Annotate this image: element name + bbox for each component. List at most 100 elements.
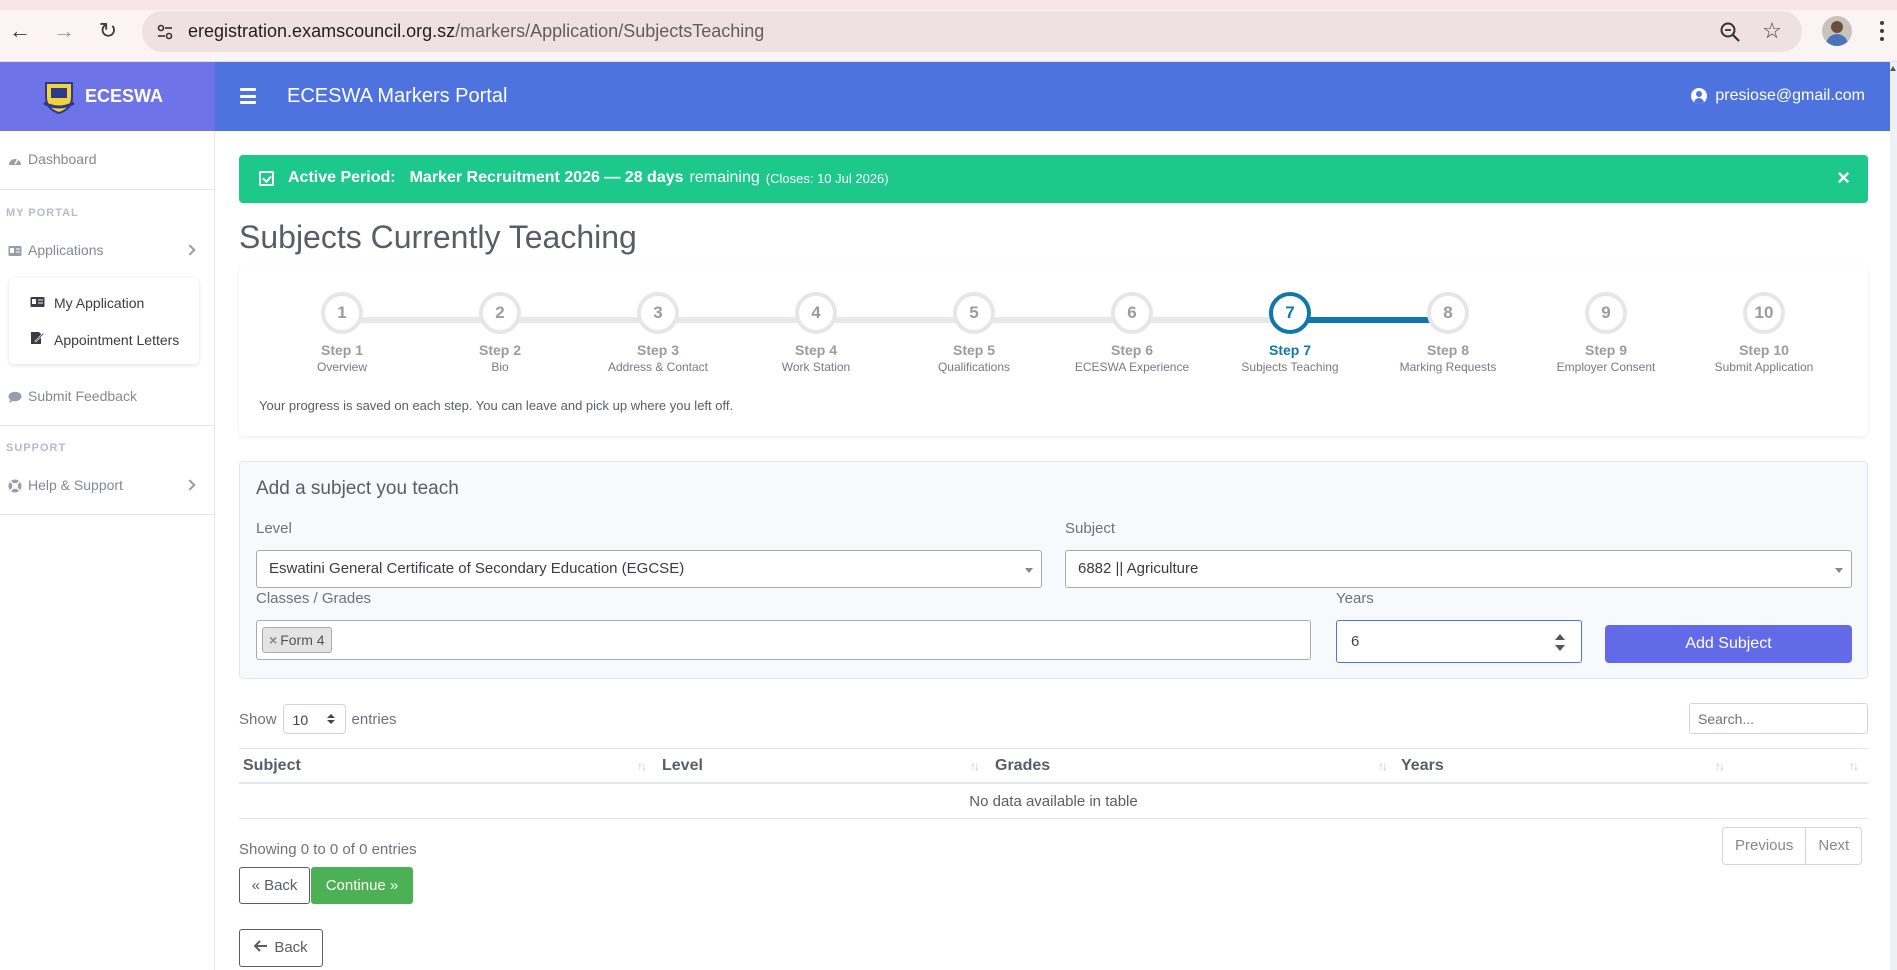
step-5[interactable]: 5 Step 5 Qualifications [914, 292, 1034, 374]
back-button[interactable]: Back [239, 929, 323, 967]
step-2[interactable]: 2 Step 2 Bio [440, 292, 560, 374]
entries-per-page-select[interactable]: 10 [282, 704, 346, 734]
sort-icon[interactable]: ↑↓ [1378, 759, 1388, 773]
step-title: Step 1 [320, 342, 363, 358]
reload-icon[interactable]: ↻ [94, 17, 122, 45]
url-text: eregistration.examscouncil.org.sz/marker… [188, 21, 764, 42]
step-title: Step 10 [1739, 342, 1789, 358]
step-subtitle: Marking Requests [1399, 360, 1497, 374]
alert-period: Marker Recruitment 2026 — 28 days [409, 169, 684, 186]
menu-toggle-icon[interactable] [240, 88, 256, 104]
sidebar-item-help-support[interactable]: Help & Support [8, 477, 123, 493]
step-subtitle: Subjects Teaching [1241, 360, 1339, 374]
level-selected-value: Eswatini General Certificate of Secondar… [269, 560, 685, 577]
step-title: Step 5 [952, 342, 995, 358]
table-search-input[interactable] [1689, 703, 1868, 734]
step-number: 7 [1269, 292, 1311, 334]
level-select[interactable]: Eswatini General Certificate of Secondar… [256, 550, 1042, 588]
url-domain: eregistration.examscouncil.org.sz [188, 21, 456, 41]
alert-close-icon[interactable]: × [1837, 167, 1850, 189]
step-subtitle: Qualifications [937, 360, 1011, 374]
step-number: 9 [1585, 292, 1627, 334]
add-subject-button[interactable]: Add Subject [1605, 625, 1852, 663]
step-title: Step 3 [636, 342, 679, 358]
submenu-item-my-application[interactable]: My Application [30, 295, 144, 311]
step-1[interactable]: 1 Step 1 Overview [282, 292, 402, 374]
step-subtitle: Overview [316, 360, 367, 374]
step-number: 10 [1743, 292, 1785, 334]
sidebar: Dashboard MY PORTAL Applications Submit … [0, 131, 215, 970]
address-bar[interactable]: eregistration.examscouncil.org.sz/marker… [142, 11, 1802, 52]
column-header-subject[interactable]: Subject [243, 757, 301, 775]
submenu-item-appointment-letters[interactable]: Appointment Letters [30, 331, 179, 348]
user-menu[interactable]: presiose@gmail.com [1691, 87, 1865, 105]
chevron-right-icon [184, 479, 196, 491]
column-header-grades[interactable]: Grades [995, 757, 1050, 775]
user-circle-icon [1691, 88, 1708, 104]
back-arrow-icon[interactable]: ← [6, 17, 34, 45]
grades-multiselect[interactable]: × Form 4 [256, 620, 1311, 660]
grades-label: Classes / Grades [256, 590, 372, 607]
page-title: Subjects Currently Teaching [239, 219, 637, 255]
browser-toolbar: ← → ↻ eregistration.examscouncil.org.sz/… [0, 0, 1897, 62]
step-9[interactable]: 9 Step 9 Employer Consent [1546, 292, 1666, 374]
step-7[interactable]: 7 Step 7 Subjects Teaching [1230, 292, 1350, 374]
sidebar-item-submit-feedback[interactable]: Submit Feedback [8, 388, 137, 404]
step-title: Step 2 [478, 342, 521, 358]
step-10[interactable]: 10 Step 10 Submit Application [1704, 292, 1824, 374]
table-length-control: Show 10 entries [239, 704, 397, 734]
sidebar-item-dashboard[interactable]: Dashboard [8, 151, 97, 167]
subject-select[interactable]: 6882 || Agriculture [1065, 550, 1852, 588]
step-number: 1 [321, 292, 363, 334]
back-step-button[interactable]: « Back [239, 867, 310, 904]
column-header-years[interactable]: Years [1401, 757, 1444, 775]
step-4[interactable]: 4 Step 4 Work Station [756, 292, 876, 374]
sort-icon[interactable]: ↑↓ [970, 759, 980, 773]
page-scrollbar[interactable] [1890, 62, 1897, 970]
browser-menu-icon[interactable] [1872, 18, 1892, 44]
sort-icon[interactable]: ↑↓ [637, 759, 647, 773]
step-number: 6 [1111, 292, 1153, 334]
bookmark-star-icon[interactable]: ☆ [1760, 19, 1784, 43]
previous-page-button[interactable]: Previous [1723, 828, 1805, 864]
number-spinner-icon[interactable] [1555, 634, 1565, 652]
forward-arrow-icon[interactable]: → [50, 17, 78, 45]
arrow-left-icon [253, 930, 268, 966]
step-6[interactable]: 6 Step 6 ECESWA Experience [1072, 292, 1192, 374]
portal-title: ECESWA Markers Portal [287, 85, 508, 107]
next-page-button[interactable]: Next [1805, 828, 1861, 864]
continue-button[interactable]: Continue » [311, 867, 413, 904]
tag-remove-icon[interactable]: × [269, 628, 277, 652]
sidebar-item-applications[interactable]: Applications [8, 242, 104, 258]
grade-tag-label: Form 4 [280, 632, 325, 648]
calendar-check-icon [259, 170, 274, 186]
tachometer-icon [8, 153, 22, 165]
step-number: 4 [795, 292, 837, 334]
url-path: /markers/Application/SubjectsTeaching [455, 21, 765, 41]
alert-remaining: remaining [689, 169, 760, 186]
years-value: 6 [1351, 633, 1360, 650]
dropdown-caret-icon [1835, 568, 1843, 573]
life-ring-icon [8, 479, 22, 493]
add-subject-form: Add a subject you teach Level Eswatini G… [239, 461, 1868, 679]
step-subtitle: Bio [491, 360, 509, 374]
sort-icon[interactable]: ↑↓ [1849, 759, 1859, 773]
sidebar-item-label: Submit Feedback [28, 388, 137, 404]
step-3[interactable]: 3 Step 3 Address & Contact [598, 292, 718, 374]
comment-icon [8, 390, 22, 403]
site-settings-icon[interactable] [154, 21, 176, 43]
sidebar-brand[interactable]: ECESWA [0, 62, 215, 131]
table-header: Subject ↑↓ Level ↑↓ Grades ↑↓ Years ↑↓ ↑… [239, 748, 1868, 784]
sort-icon[interactable]: ↑↓ [1715, 759, 1725, 773]
dropdown-caret-icon [1025, 568, 1033, 573]
zoom-icon[interactable] [1718, 20, 1742, 44]
browser-tab-strip [0, 0, 1897, 10]
step-subtitle: Employer Consent [1556, 360, 1656, 374]
column-header-level[interactable]: Level [662, 757, 703, 775]
alert-closes: (Closes: 10 Jul 2026) [765, 170, 889, 186]
step-subtitle: Address & Contact [607, 360, 709, 374]
step-8[interactable]: 8 Step 8 Marking Requests [1388, 292, 1508, 374]
years-input[interactable]: 6 [1336, 620, 1582, 663]
profile-avatar[interactable] [1822, 16, 1852, 46]
years-label: Years [1336, 590, 1374, 607]
